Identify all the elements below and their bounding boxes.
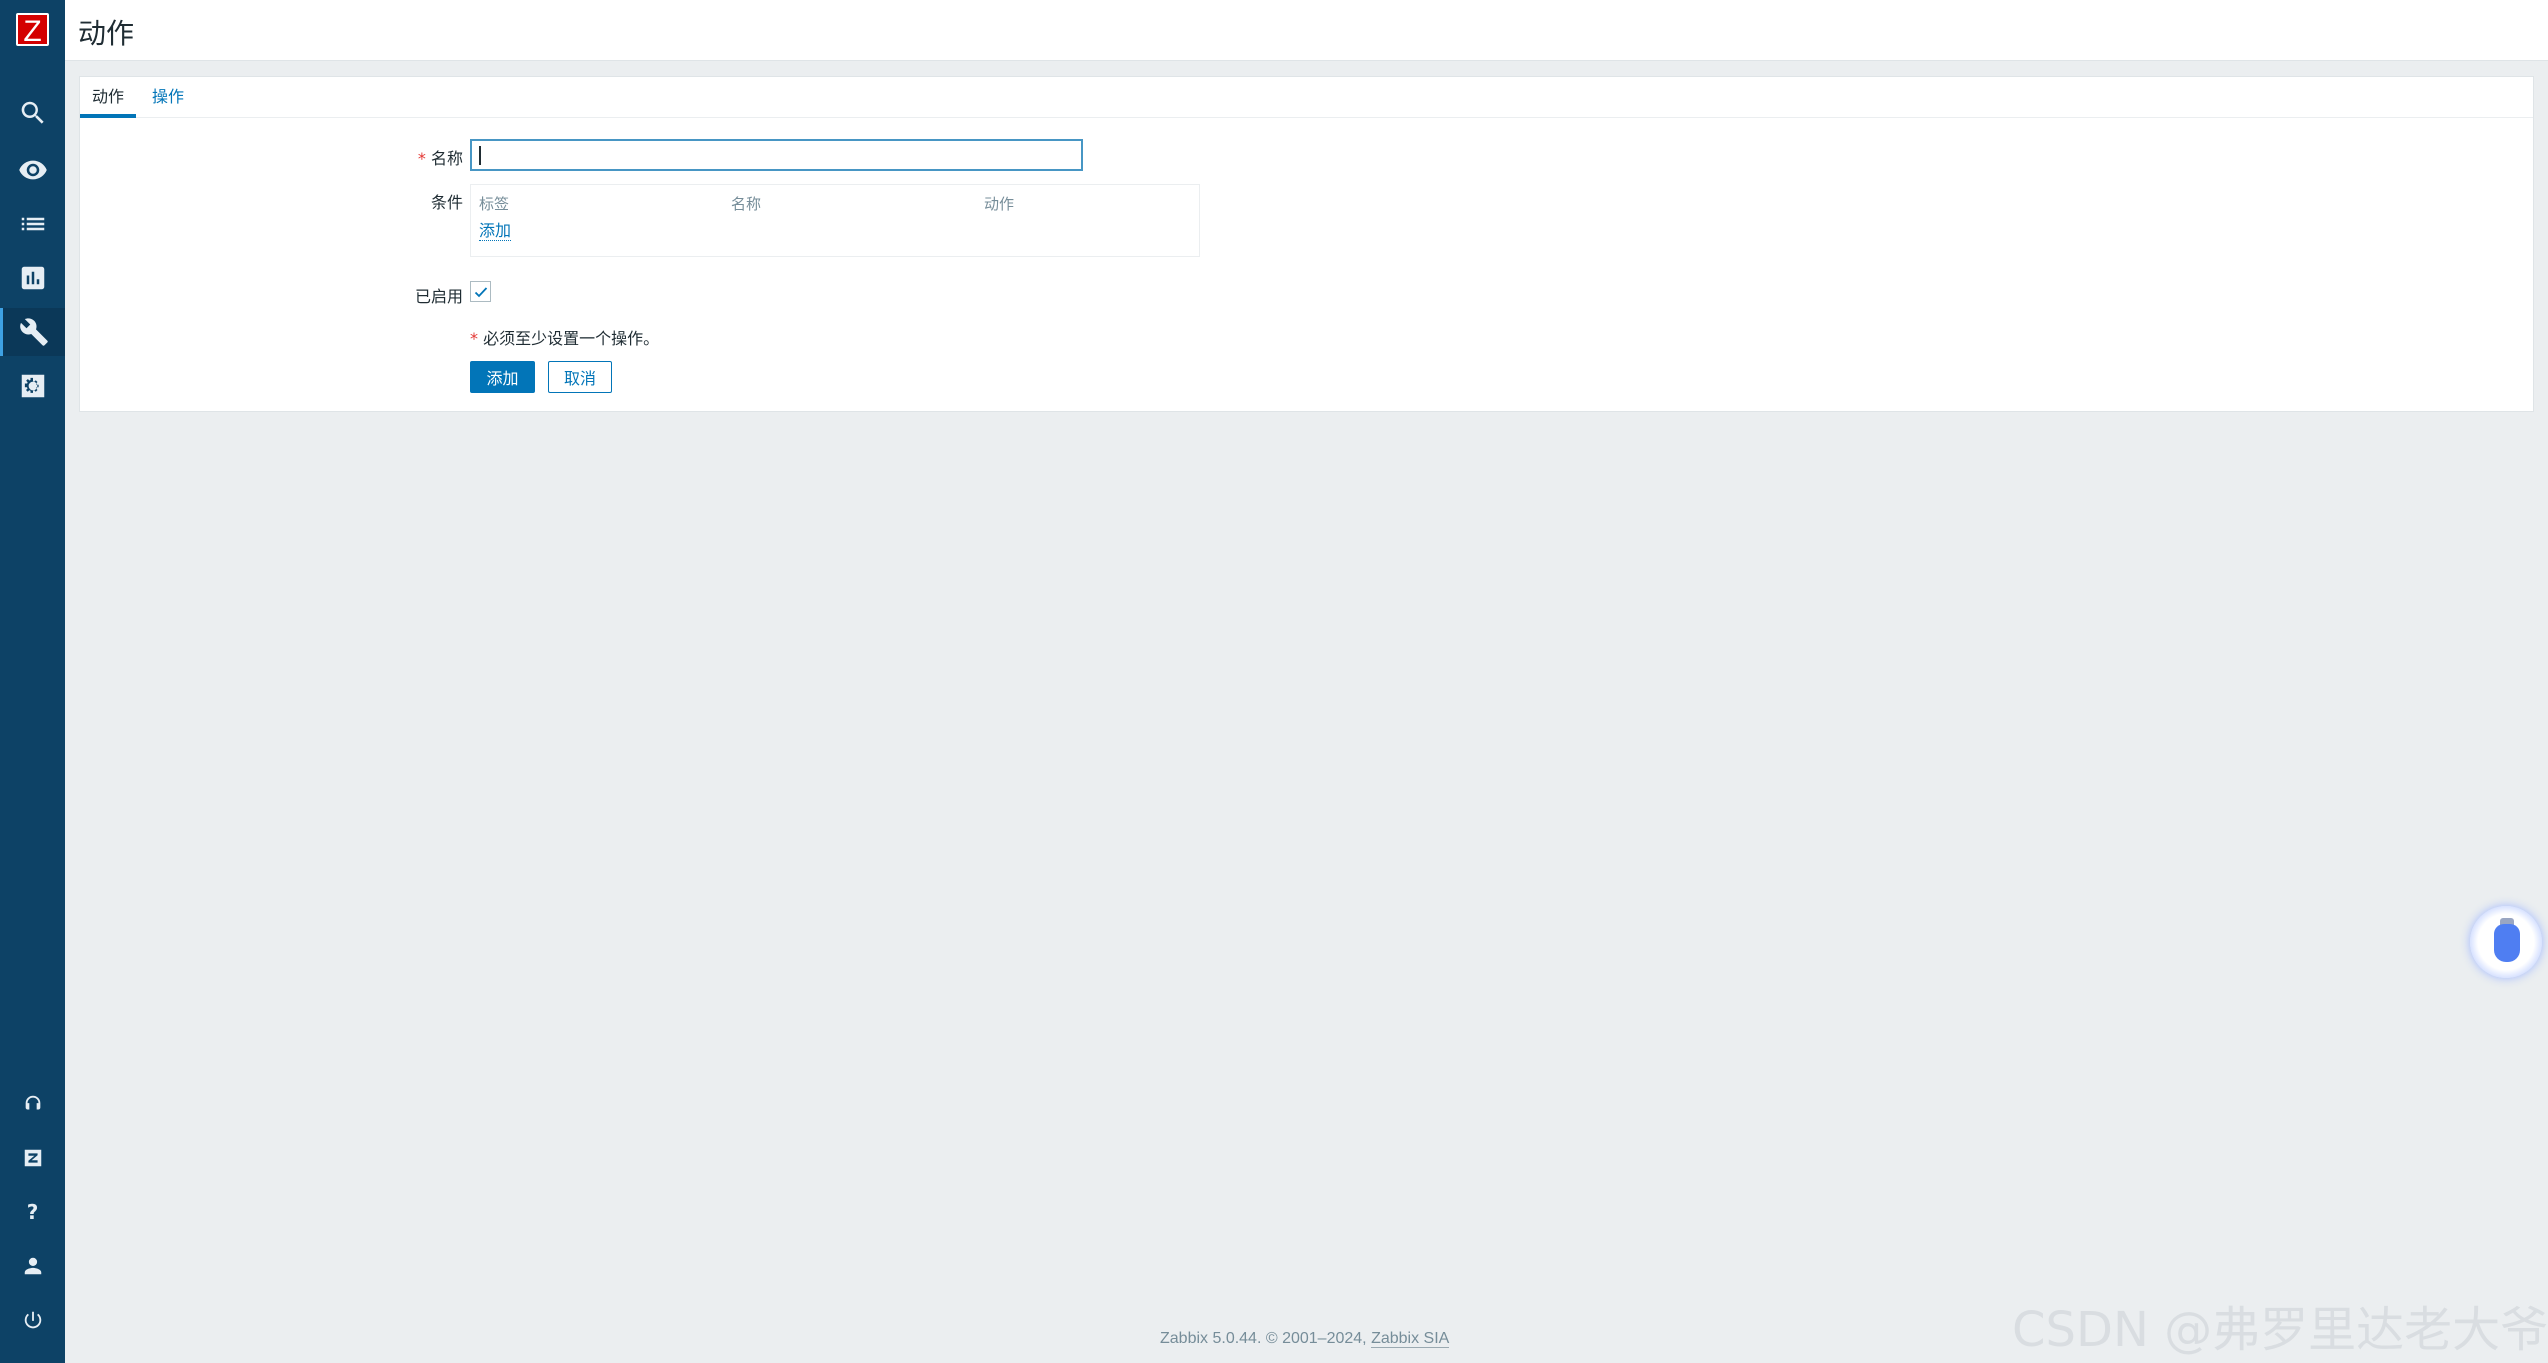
- floating-assistant-icon[interactable]: [2470, 906, 2542, 978]
- add-button[interactable]: 添加: [470, 361, 535, 393]
- page-title: 动作: [78, 17, 135, 50]
- watermark: CSDN @弗罗里达老大爷: [2012, 1302, 2548, 1358]
- search-icon[interactable]: [0, 89, 65, 137]
- gear-icon[interactable]: [0, 362, 65, 410]
- conditions-table: 标签 名称 动作 添加: [470, 184, 1200, 257]
- wrench-icon[interactable]: [0, 308, 65, 356]
- name-label: * 名称: [417, 149, 463, 168]
- eye-icon[interactable]: [0, 146, 65, 194]
- conditions-column-name: 名称: [731, 195, 762, 213]
- user-icon[interactable]: [0, 1242, 65, 1290]
- enabled-checkbox[interactable]: [470, 281, 491, 302]
- conditions-label: 条件: [430, 193, 463, 212]
- text-caret: [479, 146, 481, 165]
- cancel-button[interactable]: 取消: [548, 361, 612, 393]
- help-icon[interactable]: ?: [0, 1188, 65, 1236]
- tab-action[interactable]: 动作: [80, 77, 137, 118]
- list-icon[interactable]: [0, 200, 65, 248]
- required-marker: *: [417, 149, 426, 168]
- enabled-label: 已启用: [414, 287, 463, 306]
- zabbix-share-icon[interactable]: [0, 1134, 65, 1182]
- name-input[interactable]: [470, 139, 1083, 171]
- tab-bar: 动作 操作: [80, 77, 2533, 118]
- conditions-column-label: 标签: [479, 195, 510, 213]
- sidebar: Z ?: [0, 0, 65, 1363]
- operations-required-note: * 必须至少设置一个操作。: [470, 329, 660, 348]
- action-form-panel: 动作 操作 * 名称 条件 标签 名称 动作 添加 已启用 * 必须至少设置一个…: [79, 76, 2534, 412]
- page-header: 动作: [65, 0, 2548, 61]
- add-condition-link[interactable]: 添加: [479, 222, 512, 241]
- support-icon[interactable]: [0, 1080, 65, 1128]
- footer-link[interactable]: Zabbix SIA: [1371, 1330, 1450, 1348]
- footer: Zabbix 5.0.44. © 2001–2024, Zabbix SIA: [1160, 1330, 1450, 1348]
- zabbix-logo[interactable]: Z: [16, 13, 49, 48]
- chart-icon[interactable]: [0, 254, 65, 302]
- conditions-column-action: 动作: [984, 195, 1015, 213]
- checkmark-icon: [474, 287, 488, 298]
- logout-icon[interactable]: [0, 1296, 65, 1344]
- tab-operations[interactable]: 操作: [140, 77, 196, 118]
